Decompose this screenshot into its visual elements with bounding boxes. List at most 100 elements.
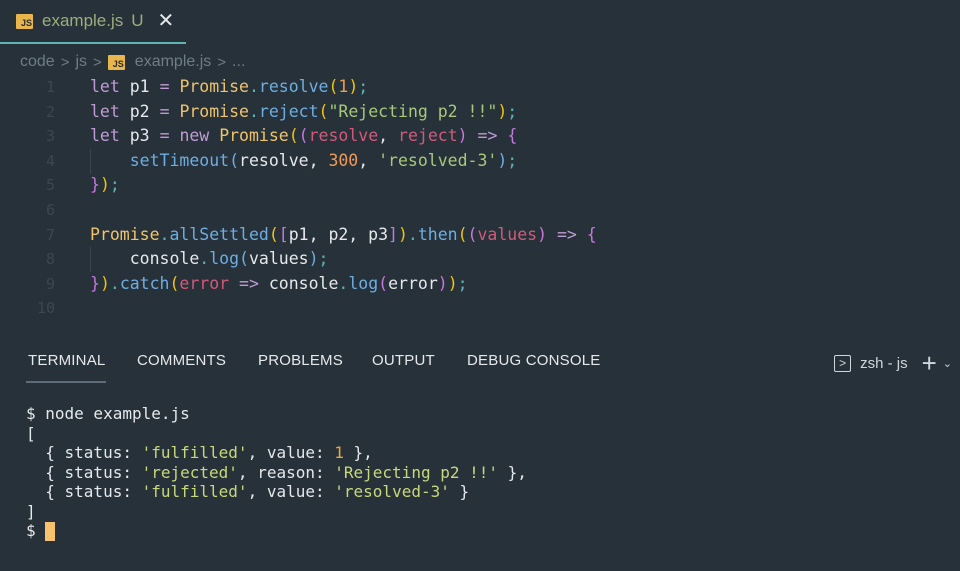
code-token: ; <box>507 101 518 121</box>
terminal-token: 'fulfilled' <box>141 482 248 501</box>
tab-comments[interactable]: COMMENTS <box>137 352 226 369</box>
chevron-right-icon: > <box>217 53 227 71</box>
terminal-token: } <box>449 482 470 501</box>
tab-example-js[interactable]: JS example.js U ✕ <box>0 0 186 44</box>
code-token: ( <box>318 101 329 121</box>
active-tab-indicator <box>26 381 106 383</box>
code-token: reject <box>398 126 458 146</box>
code-token: ) <box>99 273 110 293</box>
terminal-actions: > zsh - js + ⌄ <box>834 350 952 376</box>
terminal-cursor <box>45 522 56 541</box>
breadcrumb-item-js[interactable]: js <box>75 53 87 71</box>
code-token: { <box>586 224 597 244</box>
terminal-token: , value: <box>247 482 335 501</box>
code-text: let p1 = Promise.resolve(1); <box>90 75 368 100</box>
code-editor[interactable]: 1 let p1 = Promise.resolve(1); 2 let p2 = P… <box>0 75 960 333</box>
code-token: new <box>179 126 210 146</box>
line-number: 8 <box>45 250 55 269</box>
new-terminal-plus-icon[interactable]: + <box>922 350 937 376</box>
code-token: ( <box>457 224 468 244</box>
code-text: Promise.allSettled([p1, p2, p3]).then((v… <box>90 223 597 248</box>
code-token: p3 <box>119 126 160 146</box>
breadcrumb-item-code[interactable]: code <box>20 53 55 71</box>
code-token: values <box>248 249 309 269</box>
untracked-status-badge: U <box>131 11 144 30</box>
chevron-right-icon: > <box>93 53 102 71</box>
code-token: = <box>159 126 170 146</box>
terminal-token: }, <box>343 443 373 462</box>
close-icon[interactable]: ✕ <box>158 11 175 31</box>
code-token: ) <box>99 175 110 195</box>
code-token: ( <box>229 150 240 170</box>
code-token: => <box>556 224 577 244</box>
chevron-down-icon[interactable]: ⌄ <box>943 357 952 370</box>
breadcrumb-item-file[interactable]: example.js <box>135 53 211 71</box>
code-text: let p3 = new Promise((resolve, reject) =… <box>90 124 517 149</box>
code-token: . <box>159 224 170 244</box>
terminal-token: ] <box>26 501 36 521</box>
code-text: }); <box>90 173 120 198</box>
code-token: allSettled <box>169 224 269 244</box>
tab-problems[interactable]: PROBLEMS <box>258 352 343 369</box>
code-token: } <box>90 175 100 195</box>
code-token: Promise <box>90 224 160 244</box>
code-token: = <box>159 101 170 121</box>
tab-debug-console[interactable]: DEBUG CONSOLE <box>467 352 600 369</box>
terminal-token: 'resolved-3' <box>334 482 450 501</box>
code-token: ) <box>537 224 548 244</box>
terminal-instance-selector[interactable]: zsh - js <box>860 355 908 372</box>
terminal-token: 'rejected' <box>141 462 238 482</box>
code-token: console <box>258 273 339 293</box>
terminal-token: $ node example.js <box>26 404 190 423</box>
terminal-output[interactable]: $ node example.js[ { status: 'fulfilled'… <box>26 404 527 541</box>
terminal-line: $ node example.js <box>26 404 527 424</box>
code-token: ) <box>397 224 408 244</box>
code-token: = <box>159 77 170 96</box>
tab-output[interactable]: OUTPUT <box>372 352 435 369</box>
code-token: ( <box>239 249 249 269</box>
breadcrumb-item-symbols[interactable]: ... <box>232 53 245 71</box>
terminal-token: , value: <box>247 443 335 462</box>
tab-terminal[interactable]: TERMINAL <box>28 352 105 369</box>
chevron-right-icon: > <box>60 53 70 71</box>
code-token: ; <box>318 249 329 269</box>
javascript-file-icon: JS <box>16 13 33 29</box>
terminal-token: }, <box>498 462 527 482</box>
code-token: , <box>358 150 379 170</box>
code-token: Promise <box>179 77 249 96</box>
code-token: ( <box>328 77 339 96</box>
line-number: 9 <box>45 274 55 293</box>
terminal-token: , reason: <box>237 462 335 482</box>
editor-tab-bar: JS example.js U ✕ <box>0 0 960 46</box>
line-number: 4 <box>45 151 55 170</box>
code-token: [ <box>278 224 289 244</box>
code-token: ) <box>457 126 468 146</box>
code-token: ( <box>298 126 309 146</box>
terminal-prompt-line[interactable]: $ <box>26 521 527 541</box>
terminal-line: { status: 'rejected', reason: 'Rejecting… <box>26 463 527 483</box>
code-token: Promise <box>219 126 289 146</box>
code-token: . <box>407 224 418 244</box>
code-token: ; <box>507 150 518 170</box>
code-token: error <box>388 273 438 293</box>
code-token: . <box>338 273 349 293</box>
code-text: let p2 = Promise.reject("Rejecting p2 !!… <box>90 100 517 125</box>
code-token: ( <box>169 273 180 293</box>
code-token: => <box>239 273 259 293</box>
javascript-file-icon: JS <box>107 54 125 70</box>
code-token: ) <box>437 273 448 293</box>
line-number: 6 <box>45 201 55 219</box>
code-token: console <box>90 249 200 269</box>
line-number: 5 <box>45 176 55 195</box>
code-token: ) <box>497 150 508 170</box>
code-token: ( <box>288 126 299 146</box>
code-token: let <box>90 77 120 96</box>
terminal-token: { status: <box>26 443 142 462</box>
code-token: ] <box>388 224 398 244</box>
code-text: }).catch(error => console.log(error)); <box>90 272 468 297</box>
